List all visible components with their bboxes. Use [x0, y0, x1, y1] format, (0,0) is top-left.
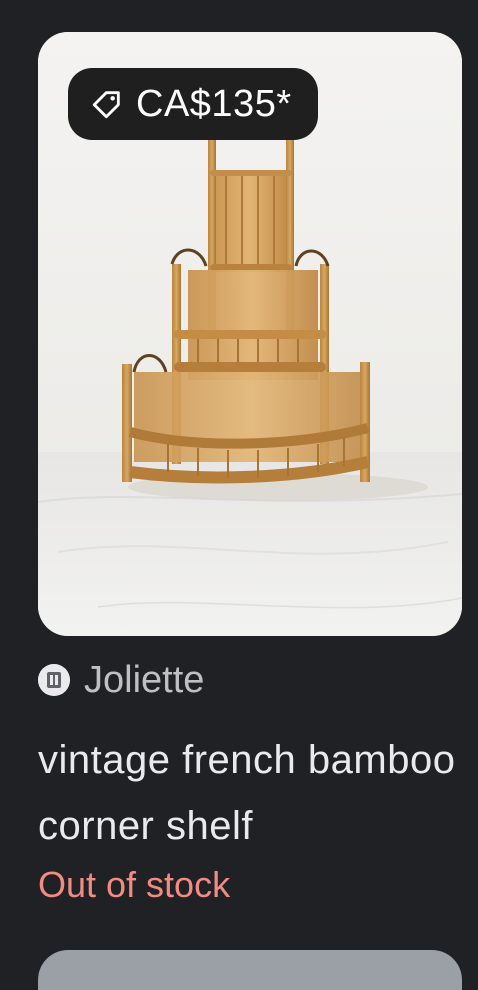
- product-card[interactable]: CA$135* Joliette vintage french bamboo c…: [38, 32, 462, 905]
- tag-icon: [90, 87, 124, 121]
- product-image[interactable]: CA$135*: [38, 32, 462, 636]
- price-badge: CA$135*: [68, 68, 318, 140]
- source-row[interactable]: Joliette: [38, 655, 204, 705]
- price-text: CA$135*: [136, 82, 292, 125]
- store-favicon-icon: [38, 664, 70, 696]
- stock-status: Out of stock: [38, 864, 231, 905]
- product-title[interactable]: vintage french bamboo corner shelf: [38, 727, 462, 859]
- source-name: Joliette: [84, 658, 205, 701]
- next-product-card[interactable]: [38, 950, 462, 990]
